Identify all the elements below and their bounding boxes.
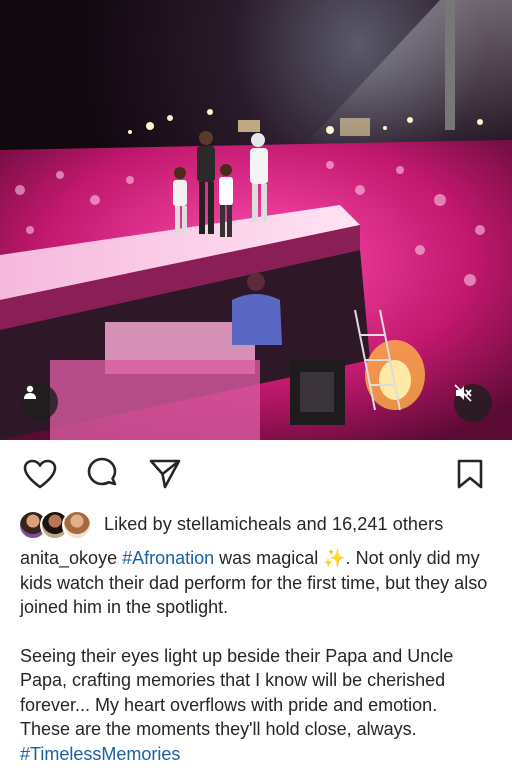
likes-text: Liked by stellamicheals and 16,241 other… bbox=[104, 514, 443, 535]
like-button[interactable] bbox=[20, 456, 60, 496]
caption-paragraph: Seeing their eyes light up beside their … bbox=[20, 644, 490, 767]
comment-bubble-icon bbox=[85, 457, 119, 496]
likes-middle: and bbox=[291, 513, 332, 534]
caption-username[interactable]: anita_okoye bbox=[20, 548, 117, 568]
post-caption: anita_okoye #Afronation was magical ✨. N… bbox=[20, 546, 490, 766]
hashtag-link[interactable]: #TimelessMemories bbox=[20, 744, 180, 764]
save-button[interactable] bbox=[450, 456, 490, 496]
caption-paragraph: anita_okoye #Afronation was magical ✨. N… bbox=[20, 546, 490, 620]
hashtag-link[interactable]: #Afronation bbox=[122, 548, 214, 568]
likes-count[interactable]: 16,241 bbox=[332, 514, 388, 534]
bookmark-icon bbox=[456, 458, 484, 495]
liker-avatars bbox=[18, 509, 96, 540]
comment-button[interactable] bbox=[82, 456, 122, 496]
heart-icon bbox=[23, 459, 57, 494]
post-action-bar bbox=[0, 448, 512, 500]
share-button[interactable] bbox=[145, 456, 185, 496]
caption-text: Seeing their eyes light up beside their … bbox=[20, 645, 454, 740]
post-video[interactable] bbox=[0, 0, 512, 440]
concert-scene bbox=[0, 0, 512, 440]
likes-suffix: others bbox=[387, 513, 444, 534]
likes-prefix: Liked by bbox=[104, 513, 177, 534]
mute-toggle-button[interactable] bbox=[454, 384, 492, 422]
liker-username[interactable]: stellamicheals bbox=[177, 514, 291, 534]
paper-plane-icon bbox=[148, 458, 182, 495]
avatar bbox=[62, 510, 92, 540]
likes-summary[interactable]: Liked by stellamicheals and 16,241 other… bbox=[18, 508, 443, 540]
tag-people-button[interactable] bbox=[22, 384, 58, 420]
